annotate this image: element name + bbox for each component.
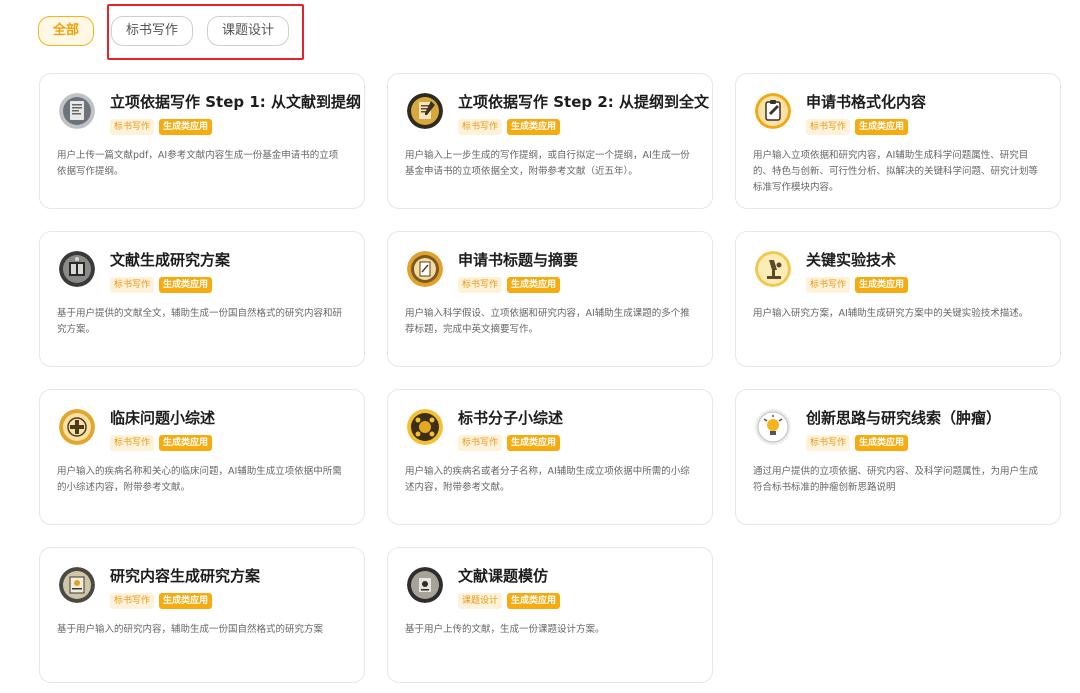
research-plan-icon bbox=[59, 567, 95, 603]
card-title: 创新思路与研究线索（肿瘤） bbox=[806, 409, 1002, 427]
card-description: 通过用户提供的立项依据、研究内容、及科学问题属性，为用户生成符合标书标准的肿瘤创… bbox=[753, 466, 1039, 493]
app-card[interactable]: 申请书标题与摘要 标书写作 生成类应用 用户输入科学假设、立项依据和研究内容，AI… bbox=[387, 231, 713, 367]
app-type-tag: 生成类应用 bbox=[507, 435, 561, 451]
filter-chip-proposal-writing[interactable]: 标书写作 bbox=[111, 16, 193, 46]
microscope-icon bbox=[755, 251, 791, 287]
app-card[interactable]: 文献生成研究方案 标书写作 生成类应用 基于用户提供的文献全文，辅助生成一份国自然… bbox=[39, 231, 365, 367]
category-tag: 标书写作 bbox=[806, 119, 851, 135]
category-tag: 标书写作 bbox=[458, 435, 503, 451]
app-card[interactable]: 关键实验技术 标书写作 生成类应用 用户输入研究方案，AI辅助生成研究方案中的关键… bbox=[735, 231, 1061, 367]
category-tag: 标书写作 bbox=[458, 119, 503, 135]
app-card[interactable]: 研究内容生成研究方案 标书写作 生成类应用 基于用户输入的研究内容，辅助生成一份国… bbox=[39, 547, 365, 683]
card-title: 立项依据写作 Step 2: 从提纲到全文 bbox=[458, 93, 709, 111]
filter-chip-all[interactable]: 全部 bbox=[38, 16, 94, 46]
filter-chip-topic-design[interactable]: 课题设计 bbox=[207, 16, 289, 46]
card-description: 基于用户提供的文献全文，辅助生成一份国自然格式的研究内容和研究方案。 bbox=[57, 308, 343, 335]
app-card[interactable]: 申请书格式化内容 标书写作 生成类应用 用户输入立项依据和研究内容，AI辅助生成科… bbox=[735, 73, 1061, 209]
card-tags: 标书写作 生成类应用 bbox=[110, 277, 217, 293]
document-notes-icon bbox=[59, 93, 95, 129]
card-tags: 标书写作 生成类应用 bbox=[458, 435, 565, 451]
molecule-icon bbox=[407, 409, 443, 445]
card-tags: 标书写作 生成类应用 bbox=[110, 593, 217, 609]
app-type-tag: 生成类应用 bbox=[507, 119, 561, 135]
card-tags: 标书写作 生成类应用 bbox=[458, 277, 565, 293]
app-card[interactable]: 立项依据写作 Step 2: 从提纲到全文 标书写作 生成类应用 用户输入上一步生… bbox=[387, 73, 713, 209]
category-tag: 标书写作 bbox=[806, 277, 851, 293]
card-tags: 标书写作 生成类应用 bbox=[458, 119, 565, 135]
card-title: 临床问题小综述 bbox=[110, 409, 216, 427]
title-abstract-icon bbox=[407, 251, 443, 287]
card-tags: 标书写作 生成类应用 bbox=[806, 119, 913, 135]
card-description: 用户上传一篇文献pdf，AI参考文献内容生成一份基金申请书的立项依据写作提纲。 bbox=[57, 150, 339, 177]
card-title: 文献生成研究方案 bbox=[110, 251, 231, 269]
app-card[interactable]: 标书分子小综述 标书写作 生成类应用 用户输入的疾病名或者分子名称，AI辅助生成立… bbox=[387, 389, 713, 525]
category-tag: 标书写作 bbox=[110, 119, 155, 135]
card-title: 申请书标题与摘要 bbox=[458, 251, 579, 269]
card-title: 文献课题模仿 bbox=[458, 567, 549, 585]
app-type-tag: 生成类应用 bbox=[855, 277, 909, 293]
app-type-tag: 生成类应用 bbox=[159, 119, 213, 135]
category-tag: 课题设计 bbox=[458, 593, 503, 609]
card-tags: 标书写作 生成类应用 bbox=[806, 277, 913, 293]
medical-cross-icon bbox=[59, 409, 95, 445]
book-research-icon bbox=[59, 251, 95, 287]
card-description: 用户输入科学假设、立项依据和研究内容，AI辅助生成课题的多个推荐标题，完成中英文… bbox=[405, 308, 690, 335]
app-type-tag: 生成类应用 bbox=[507, 593, 561, 609]
card-title: 关键实验技术 bbox=[806, 251, 897, 269]
app-type-tag: 生成类应用 bbox=[855, 435, 909, 451]
clipboard-edit-icon bbox=[755, 93, 791, 129]
category-tag: 标书写作 bbox=[110, 593, 155, 609]
card-description: 用户输入的疾病名或者分子名称，AI辅助生成立项依据中所需的小综述内容，附带参考文… bbox=[405, 466, 690, 493]
app-type-tag: 生成类应用 bbox=[159, 593, 213, 609]
card-description: 用户输入的疾病名称和关心的临床问题，AI辅助生成立项依据中所需的小综述内容，附带… bbox=[57, 466, 342, 493]
app-card[interactable]: 临床问题小综述 标书写作 生成类应用 用户输入的疾病名称和关心的临床问题，AI辅助… bbox=[39, 389, 365, 525]
manuscript-icon bbox=[407, 93, 443, 129]
app-card[interactable]: 立项依据写作 Step 1: 从文献到提纲 标书写作 生成类应用 用户上传一篇文献… bbox=[39, 73, 365, 209]
app-card[interactable]: 创新思路与研究线索（肿瘤） 标书写作 生成类应用 通过用户提供的立项依据、研究内容… bbox=[735, 389, 1061, 525]
card-description: 用户输入上一步生成的写作提纲，或自行拟定一个提纲，AI生成一份基金申请书的立项依… bbox=[405, 150, 690, 177]
card-tags: 标书写作 生成类应用 bbox=[110, 435, 217, 451]
lightbulb-icon bbox=[755, 409, 791, 445]
card-tags: 标书写作 生成类应用 bbox=[110, 119, 217, 135]
category-tag: 标书写作 bbox=[458, 277, 503, 293]
card-title: 申请书格式化内容 bbox=[806, 93, 927, 111]
category-tag: 标书写作 bbox=[110, 435, 155, 451]
category-tag: 标书写作 bbox=[110, 277, 155, 293]
card-tags: 标书写作 生成类应用 bbox=[806, 435, 913, 451]
app-type-tag: 生成类应用 bbox=[507, 277, 561, 293]
card-title: 研究内容生成研究方案 bbox=[110, 567, 261, 585]
card-description: 基于用户输入的研究内容，辅助生成一份国自然格式的研究方案 bbox=[57, 624, 324, 635]
card-description: 基于用户上传的文献，生成一份课题设计方案。 bbox=[405, 624, 605, 635]
card-title: 标书分子小综述 bbox=[458, 409, 564, 427]
app-type-tag: 生成类应用 bbox=[159, 277, 213, 293]
app-card[interactable]: 文献课题模仿 课题设计 生成类应用 基于用户上传的文献，生成一份课题设计方案。 bbox=[387, 547, 713, 683]
topic-design-icon bbox=[407, 567, 443, 603]
app-type-tag: 生成类应用 bbox=[855, 119, 909, 135]
category-tag: 标书写作 bbox=[806, 435, 851, 451]
card-description: 用户输入立项依据和研究内容，AI辅助生成科学问题属性、研究目的、特色与创新、可行… bbox=[753, 150, 1039, 193]
card-description: 用户输入研究方案，AI辅助生成研究方案中的关键实验技术描述。 bbox=[753, 308, 1029, 319]
app-type-tag: 生成类应用 bbox=[159, 435, 213, 451]
card-tags: 课题设计 生成类应用 bbox=[458, 593, 565, 609]
card-title: 立项依据写作 Step 1: 从文献到提纲 bbox=[110, 93, 361, 111]
